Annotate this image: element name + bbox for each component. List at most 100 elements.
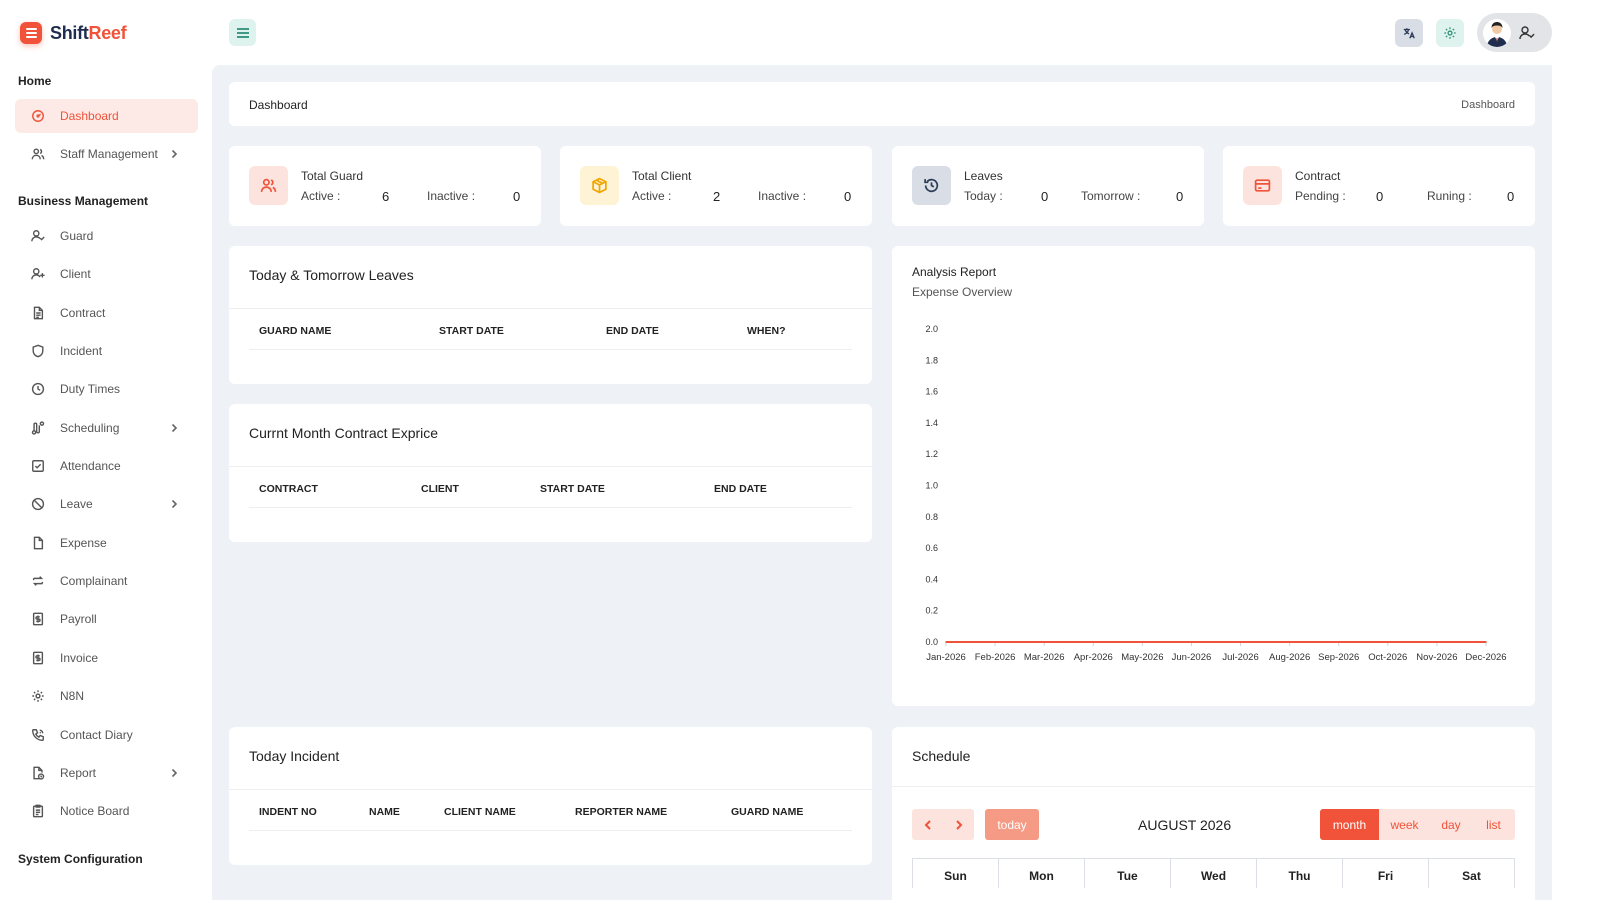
calendar-today-button[interactable]: today xyxy=(985,809,1039,840)
sidebar-item-leave[interactable]: Leave xyxy=(15,487,198,521)
breadcrumb: Dashboard Dashboard xyxy=(229,82,1535,126)
weekday-label: Sat xyxy=(1462,869,1481,883)
col-indent-no: INDENT NO xyxy=(259,806,317,818)
y-tick-label: 1.8 xyxy=(925,355,938,365)
menu-toggle-button[interactable] xyxy=(229,19,256,46)
calendar-view-day[interactable]: day xyxy=(1430,809,1472,840)
sidebar-item-expense[interactable]: Expense xyxy=(15,526,198,560)
col-contract: CONTRACT xyxy=(259,483,318,495)
contract-table-header: CONTRACT CLIENT START DATE END DATE xyxy=(249,468,852,508)
sidebar-item-label: Complainant xyxy=(60,574,128,588)
gear-icon xyxy=(1444,27,1456,39)
stat-label: Today : xyxy=(964,189,1003,203)
x-tick-label: Sep-2026 xyxy=(1318,652,1359,663)
credit-card-icon xyxy=(1243,166,1282,205)
calendar-prev-button[interactable] xyxy=(912,809,943,840)
incident-table-title: Today Incident xyxy=(249,748,340,764)
sidebar-item-invoice[interactable]: Invoice xyxy=(15,641,198,675)
file-icon xyxy=(30,535,46,551)
col-guard-name: GUARD NAME xyxy=(259,325,332,337)
sidebar: ShiftReef Home Business Management Syste… xyxy=(0,0,212,900)
history-icon xyxy=(912,166,951,205)
sidebar-item-contact-diary[interactable]: Contact Diary xyxy=(15,718,198,752)
data-point xyxy=(1485,641,1487,643)
sidebar-item-n8n[interactable]: N8N xyxy=(15,679,198,713)
sidebar-item-notice-board[interactable]: Notice Board xyxy=(15,794,198,828)
settings-button[interactable] xyxy=(1436,19,1464,47)
language-button[interactable] xyxy=(1395,19,1423,47)
weekday-label: Mon xyxy=(999,859,1085,888)
weekday-label: Sun xyxy=(913,859,999,888)
y-tick-label: 0.8 xyxy=(925,512,938,522)
analysis-report-card: Analysis Report Expense Overview 2.0 1.8 1… xyxy=(892,246,1535,706)
sidebar-item-label: Report xyxy=(60,766,97,780)
stat-label: Active : xyxy=(301,189,341,203)
page-title: Dashboard xyxy=(249,98,308,112)
stat-title: Total Guard xyxy=(301,169,364,183)
data-point xyxy=(1141,641,1144,643)
col-start-date: START DATE xyxy=(439,325,504,337)
sidebar-item-duty-times[interactable]: Duty Times xyxy=(15,372,198,406)
sidebar-item-client[interactable]: Client xyxy=(15,257,198,291)
stat-value: 0 xyxy=(1176,189,1184,204)
file-text-icon xyxy=(30,305,46,321)
user-check-icon xyxy=(1519,25,1535,39)
sidebar-item-label: Attendance xyxy=(60,459,121,473)
data-point xyxy=(945,641,947,643)
stat-value: 0 xyxy=(513,189,521,204)
data-point xyxy=(1043,641,1045,643)
sidebar-item-incident[interactable]: Incident xyxy=(15,334,198,368)
section-title-home: Home xyxy=(18,74,52,88)
sidebar-item-dashboard[interactable]: Dashboard xyxy=(15,99,198,133)
y-tick-label: 0.6 xyxy=(925,543,938,553)
y-tick-label: 1.2 xyxy=(925,449,938,459)
stat-label: Pending : xyxy=(1295,189,1346,203)
x-tick-label: Oct-2026 xyxy=(1368,652,1407,663)
sidebar-item-staff-management[interactable]: Staff Management xyxy=(15,137,198,171)
sidebar-item-contract[interactable]: Contract xyxy=(15,296,198,330)
sidebar-item-label: Contract xyxy=(60,306,106,320)
sidebar-item-scheduling[interactable]: Scheduling xyxy=(15,411,198,445)
user-menu[interactable] xyxy=(1477,13,1552,52)
col-client-name: CLIENT NAME xyxy=(444,806,516,818)
data-point xyxy=(994,641,996,643)
sidebar-item-label: Staff Management xyxy=(60,147,158,161)
y-tick-label: 1.6 xyxy=(925,387,938,397)
invoice-icon xyxy=(30,650,46,666)
calendar-view-list[interactable]: list xyxy=(1472,809,1515,840)
sidebar-item-label: Incident xyxy=(60,344,103,358)
leaves-table-card: Today & Tomorrow Leaves GUARD NAME START… xyxy=(229,246,872,384)
sidebar-item-complainant[interactable]: Complainant xyxy=(15,564,198,598)
sidebar-item-label: Dashboard xyxy=(60,109,119,123)
brand-logo[interactable]: ShiftReef xyxy=(20,22,127,44)
x-tick-label: Feb-2026 xyxy=(975,652,1016,663)
stat-label: Inactive : xyxy=(427,189,476,203)
weekday-label: Thu xyxy=(1257,859,1343,888)
sidebar-item-label: Notice Board xyxy=(60,804,130,818)
data-point xyxy=(1387,641,1389,643)
chevron-right-icon xyxy=(168,422,180,434)
data-point xyxy=(1092,641,1095,643)
chevron-right-icon xyxy=(171,423,178,433)
sidebar-item-attendance[interactable]: Attendance xyxy=(15,449,198,483)
breadcrumb-current[interactable]: Dashboard xyxy=(1461,99,1515,111)
sidebar-item-label: Client xyxy=(60,267,91,281)
sidebar-item-label: Contact Diary xyxy=(60,728,133,742)
x-tick-label: Dec-2026 xyxy=(1465,652,1506,663)
x-tick-label: Jun-2026 xyxy=(1172,652,1212,663)
sidebar-item-report[interactable]: Report xyxy=(15,756,198,790)
x-tick-label: May-2026 xyxy=(1121,652,1163,663)
data-point xyxy=(1239,641,1242,643)
sidebar-item-label: Invoice xyxy=(60,651,99,665)
y-tick-label: 0.2 xyxy=(925,606,938,616)
stat-card-contract: Contract Pending : 0 Runing : 0 xyxy=(1223,146,1535,226)
calendar-next-button[interactable] xyxy=(943,809,974,840)
calendar-weekday-header: Sun Mon Tue Wed Thu Fri Sat xyxy=(912,858,1515,888)
sidebar-item-guard[interactable]: Guard xyxy=(15,219,198,253)
sidebar-item-payroll[interactable]: Payroll xyxy=(15,602,198,636)
x-tick-label: Apr-2026 xyxy=(1074,652,1113,663)
stat-card-total-guard: Total Guard Active : 6 Inactive : 0 xyxy=(229,146,541,226)
calendar-view-month[interactable]: month xyxy=(1320,809,1379,840)
calendar-view-week[interactable]: week xyxy=(1379,809,1430,840)
main-content: Dashboard Dashboard Total Guard Active : 6… xyxy=(212,65,1552,900)
